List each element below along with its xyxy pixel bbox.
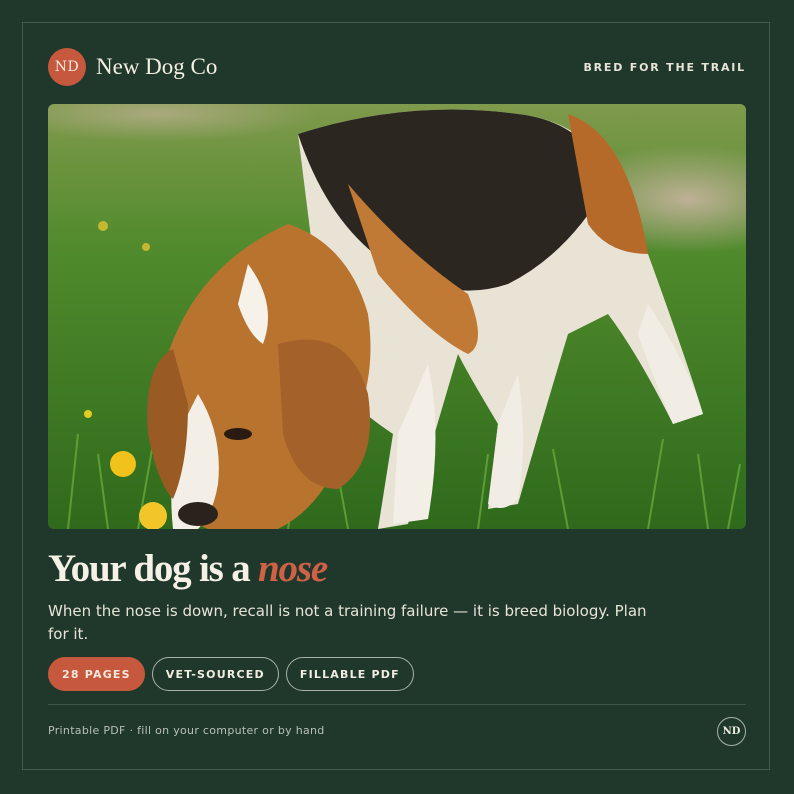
logo-badge: ND [48,48,86,86]
headline: Your dog is a nose [48,546,328,591]
footer-logo-badge: ND [717,717,746,746]
chip-vet-sourced: VET-SOURCED [151,657,279,691]
header: ND New Dog Co BRED FOR THE TRAIL [48,48,746,86]
chip-row: 28 PAGES VET-SOURCED FILLABLE PDF [48,657,414,691]
chip-page-count: 28 PAGES [48,657,145,691]
hero-image [48,104,746,529]
chip-fillable-pdf: FILLABLE PDF [285,657,414,691]
footer-note: Printable PDF · fill on your computer or… [48,724,325,737]
headline-accent: nose [258,547,328,590]
brand-name: New Dog Co [96,54,218,79]
footer-divider [48,704,746,705]
tagline: BRED FOR THE TRAIL [583,60,746,74]
subhead: When the nose is down, recall is not a t… [48,602,647,643]
headline-lead: Your dog is a [48,547,259,590]
